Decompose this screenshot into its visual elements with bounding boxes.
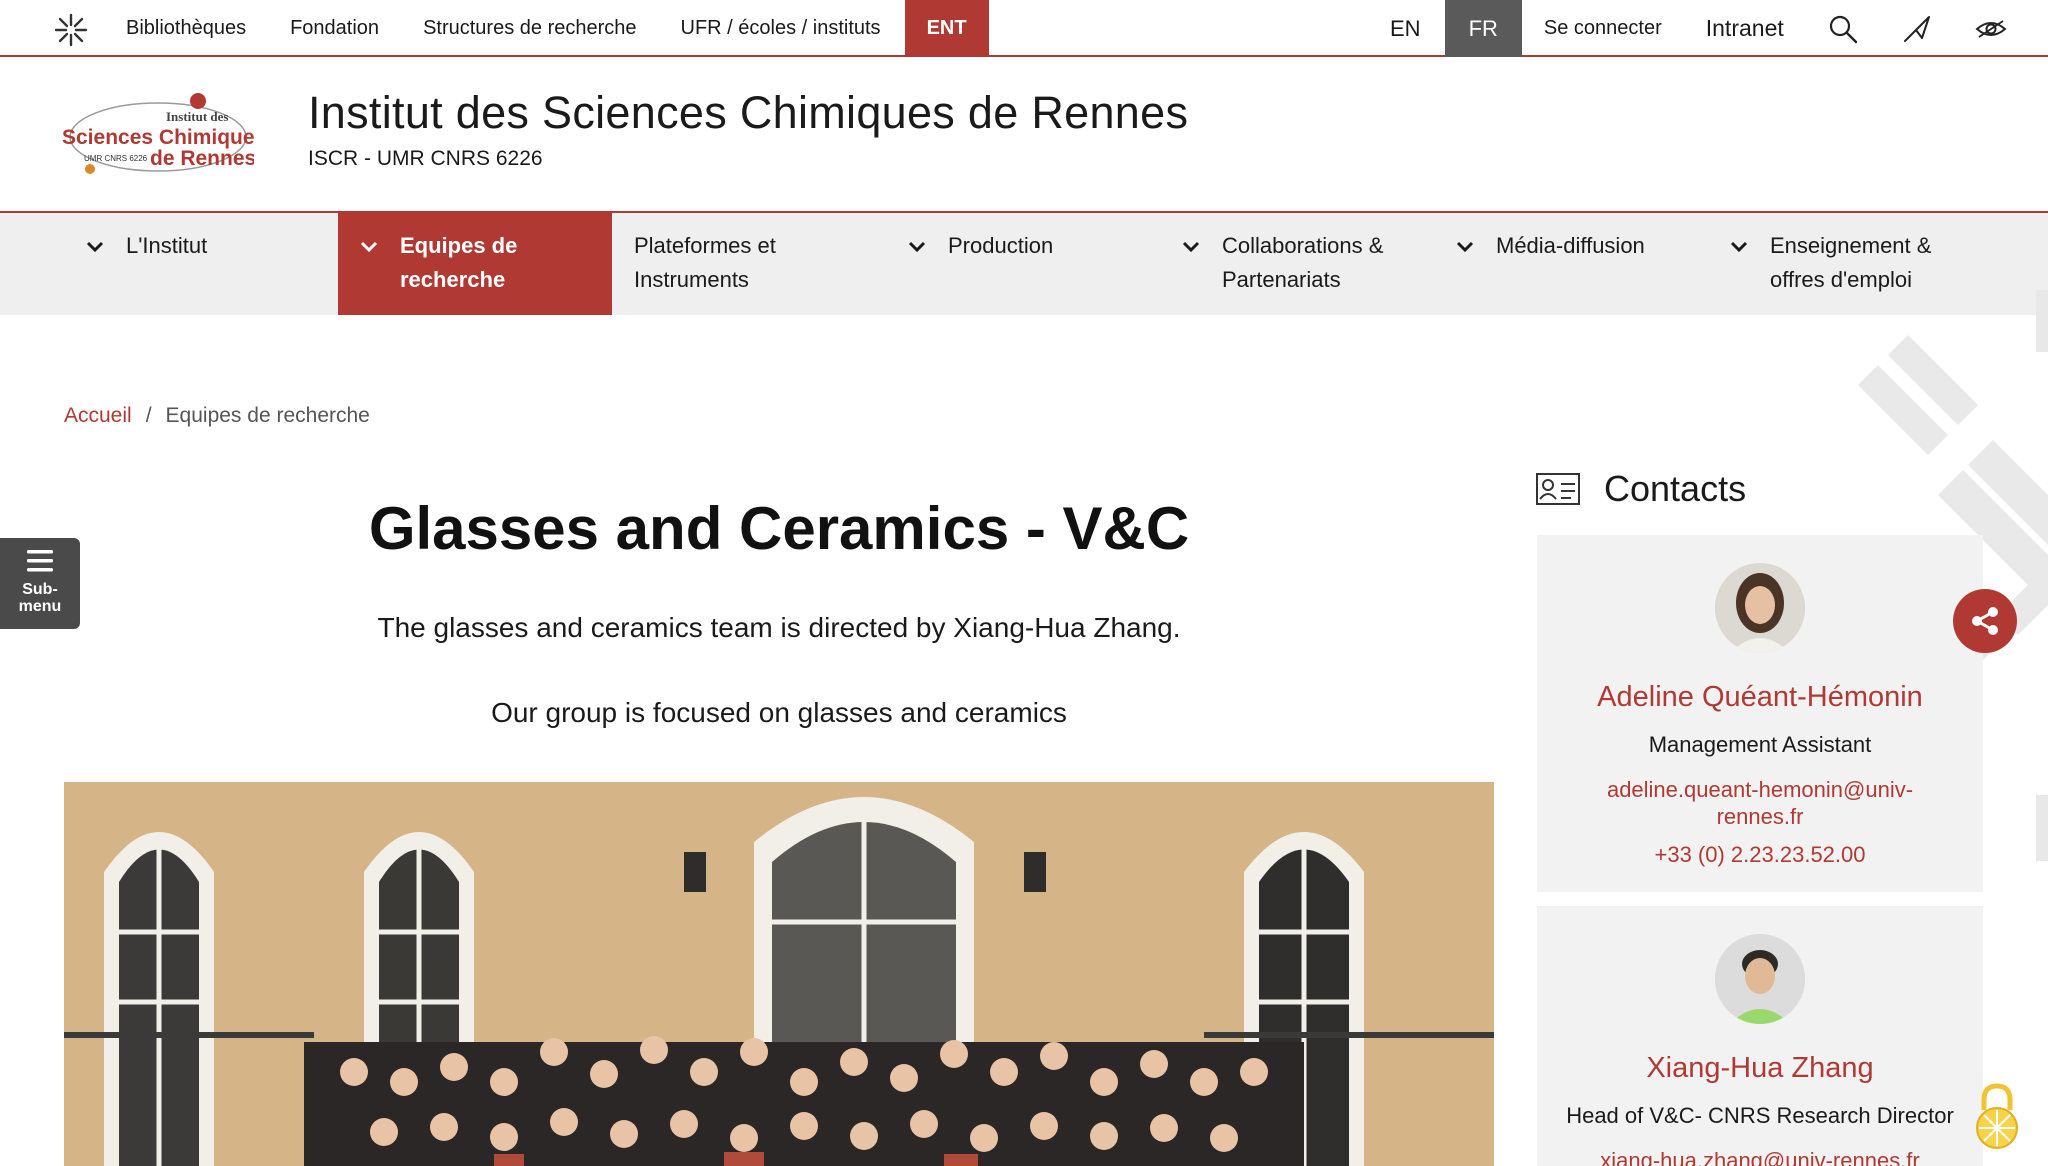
breadcrumb: Accueil / Equipes de recherche [64,404,370,428]
nav-item-enseignement[interactable]: Enseignement & offres d'emploi [1730,213,2030,315]
team-group-photo [64,782,1494,1166]
lang-en-button[interactable]: EN [1366,0,1445,57]
logo-line1: Institut des [166,109,229,124]
top-link-bibliotheques[interactable]: Bibliothèques [104,0,268,57]
nav-item-collaborations[interactable]: Collaborations & Partenariats [1182,213,1442,315]
breadcrumb-current: Equipes de recherche [165,404,370,427]
contact-email-link[interactable]: adeline.queant-hemonin@univ-rennes.fr [1537,776,1983,830]
contact-phone-link[interactable]: +33 (0) 2.23.23.52.00 [1537,842,1983,868]
contact-card: Adeline Quéant-Hémonin Management Assist… [1537,535,1983,892]
nav-label-institut: L'Institut [126,233,208,258]
top-navigation: Bibliothèques Fondation Structures de re… [104,0,989,57]
share-button[interactable] [1953,589,2017,653]
logo-badge: UMR CNRS 6226 [84,154,148,163]
avatar [1715,934,1805,1024]
logo-line3: de Rennes [150,147,254,170]
contacts-title: Contacts [1604,468,1747,509]
contact-email-link[interactable]: xiang-hua.zhang@univ-rennes.fr [1537,1147,1983,1166]
nav-label-production: Production [948,233,1054,258]
chevron-down-icon [1182,241,1200,253]
contact-name[interactable]: Xiang-Hua Zhang [1537,1052,1983,1085]
nav-label-equipes: Equipes de recherche [400,233,518,292]
lang-fr-button[interactable]: FR [1444,0,1522,57]
breadcrumb-home-link[interactable]: Accueil [64,404,132,428]
university-logo-icon[interactable] [54,13,88,47]
top-link-ufr[interactable]: UFR / écoles / instituts [659,0,903,57]
search-icon[interactable] [1825,11,1861,47]
share-icon [1972,607,1998,635]
nav-item-equipes[interactable]: Equipes de recherche [338,213,612,315]
site-header: Institut des Sciences Chimiques de Renne… [0,57,2048,213]
eye-icon[interactable] [1973,11,2009,47]
iscr-logo[interactable]: Institut des Sciences Chimiques de Renne… [62,91,266,177]
top-link-structures[interactable]: Structures de recherche [401,0,658,57]
site-title: Institut des Sciences Chimiques de Renne… [308,87,1189,138]
nav-label-collaborations: Collaborations & Partenariats [1222,233,1384,292]
intranet-link[interactable]: Intranet [1684,15,1806,42]
contacts-heading: Contacts [1536,468,1746,510]
top-link-fondation[interactable]: Fondation [268,0,401,57]
login-link[interactable]: Se connecter [1522,17,1684,40]
paper-plane-icon[interactable] [1899,11,1935,47]
top-right-tools: EN FR Se connecter Intranet [1366,0,2028,57]
lock-icon[interactable] [1972,1080,2022,1150]
chevron-down-icon [86,241,104,253]
ent-button[interactable]: ENT [904,0,989,57]
chevron-down-icon [360,241,378,253]
contact-card: Xiang-Hua Zhang Head of V&C- CNRS Resear… [1537,906,1983,1166]
avatar [1715,563,1805,653]
nav-label-plateformes: Plateformes et Instruments [634,233,776,292]
team-intro-text: The glasses and ceramics team is directe… [377,612,1181,643]
page-title: Glasses and Ceramics - V&C [368,495,1190,562]
site-subtitle: ISCR - UMR CNRS 6226 [308,147,543,170]
contact-card-icon [1536,473,1580,505]
breadcrumb-separator: / [145,404,152,427]
contact-role: Management Assistant [1648,732,1872,757]
logo-line2: Sciences Chimiques [62,126,254,149]
nav-item-media[interactable]: Média-diffusion [1456,213,1716,315]
chevron-down-icon [1730,241,1748,253]
main-navigation: L'Institut Equipes de recherche Platefor… [0,213,2048,315]
contact-role: Head of V&C- CNRS Research Director [1566,1103,1954,1128]
hamburger-icon [27,550,53,572]
side-scroll-tab [2036,795,2048,861]
top-bar: Bibliothèques Fondation Structures de re… [0,0,2048,57]
contact-name[interactable]: Adeline Quéant-Hémonin [1537,681,1983,714]
team-focus-text: Our group is focused on glasses and cera… [491,697,1067,728]
nav-label-media: Média-diffusion [1496,233,1645,258]
nav-item-production[interactable]: Production [908,213,1168,315]
nav-label-enseignement: Enseignement & offres d'emploi [1770,233,1932,292]
nav-item-plateformes[interactable]: Plateformes et Instruments [634,213,874,315]
submenu-label: Sub- menu [18,581,62,615]
chevron-down-icon [1456,241,1474,253]
chevron-down-icon [908,241,926,253]
side-scroll-tab [2036,290,2048,352]
nav-item-institut[interactable]: L'Institut [86,213,336,315]
